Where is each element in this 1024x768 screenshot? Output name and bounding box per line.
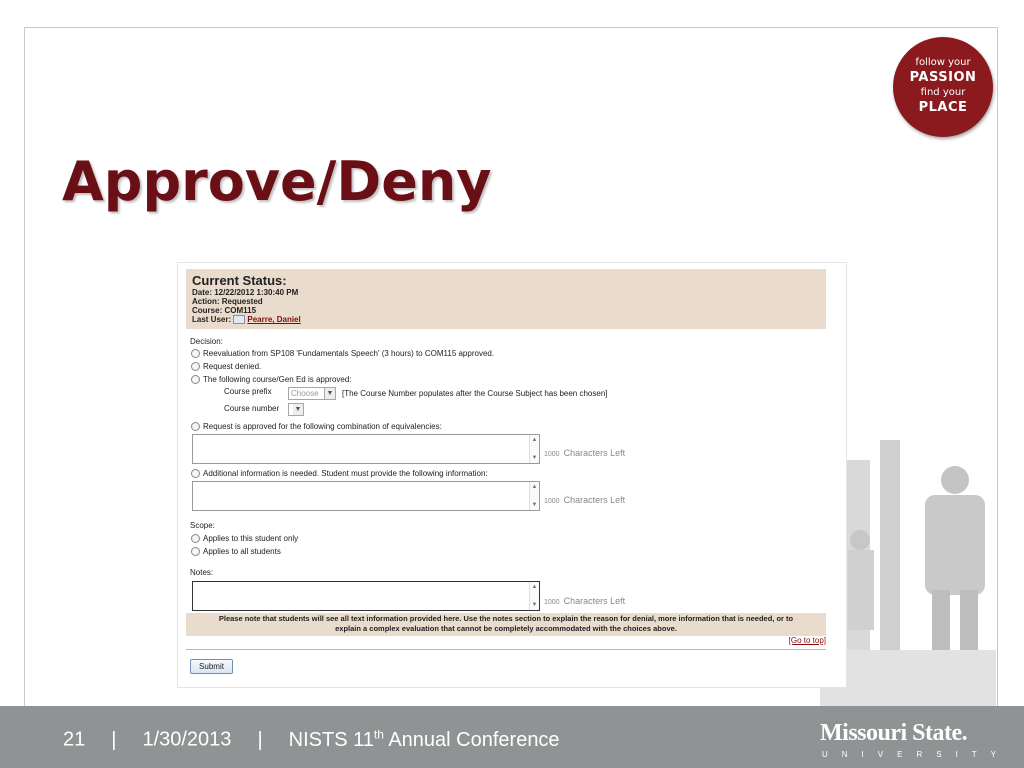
scroll-up-icon[interactable]: ▲ — [530, 484, 539, 490]
notes-chars-left: 1000 Characters Left — [544, 596, 626, 606]
additional-info-option-label: Additional information is needed. Studen… — [203, 469, 488, 478]
badge-line-3: find your — [920, 87, 966, 98]
slide-title: Approve/Deny — [62, 150, 492, 213]
additional-info-textarea[interactable]: ▲ ▼ — [192, 481, 540, 511]
course-gened-radio[interactable] — [191, 375, 200, 384]
additional-info-chars-left: 1000 Characters Left — [544, 495, 626, 505]
status-course: Course: COM115 — [192, 306, 257, 315]
last-user-label: Last User: — [192, 315, 232, 324]
scroll-up-icon[interactable]: ▲ — [530, 437, 539, 443]
course-number-hint: [The Course Number populates after the C… — [342, 389, 608, 398]
course-number-select[interactable]: ▼ — [288, 403, 304, 416]
combination-textarea[interactable]: ▲ ▼ — [192, 434, 540, 464]
notice-line-2: explain a complex evaluation that cannot… — [335, 624, 677, 633]
scope-all-students-radio[interactable] — [191, 547, 200, 556]
chevron-down-icon: ▼ — [324, 388, 335, 399]
slide-number: 21 — [63, 728, 86, 751]
status-heading: Current Status: — [192, 273, 287, 288]
scroll-down-icon[interactable]: ▼ — [530, 602, 539, 608]
university-wordmark: UNIVERSITY — [822, 750, 1011, 759]
reevaluation-radio[interactable] — [191, 349, 200, 358]
scope-label: Scope: — [190, 521, 215, 530]
textarea-scrollbar[interactable]: ▲ ▼ — [529, 435, 539, 463]
conference-name: NISTS 11th Annual Conference — [288, 727, 560, 751]
last-user-link[interactable]: Pearre, Daniel — [247, 315, 300, 324]
scroll-down-icon[interactable]: ▼ — [530, 502, 539, 508]
badge-line-1: follow your — [915, 57, 971, 68]
chevron-down-icon: ▼ — [293, 404, 303, 415]
notice-line-1: Please note that students will see all t… — [218, 614, 794, 623]
divider — [186, 649, 826, 650]
course-prefix-select[interactable]: Choose ▼ — [288, 387, 336, 400]
passion-place-badge: follow your PASSION find your PLACE — [893, 37, 993, 137]
scroll-down-icon[interactable]: ▼ — [530, 455, 539, 461]
go-to-top-link[interactable]: [Go to top] — [789, 636, 826, 645]
scope-all-students-label: Applies to all students — [203, 547, 281, 556]
combination-option-label: Request is approved for the following co… — [203, 422, 442, 431]
footer-bar: 21 | 1/30/2013 | NISTS 11th Annual Conferenc… — [0, 706, 1024, 768]
course-gened-option-label: The following course/Gen Ed is approved: — [203, 375, 352, 384]
course-prefix-value: Choose — [291, 389, 319, 398]
email-icon[interactable] — [233, 315, 246, 325]
missouri-state-logo: Missouri State. — [820, 720, 968, 746]
course-number-label: Course number — [224, 404, 280, 413]
course-prefix-label: Course prefix — [224, 387, 272, 396]
status-last-user: Last User: Pearre, Daniel — [192, 315, 301, 325]
status-date: Date: 12/22/2012 1:30:40 PM — [192, 288, 299, 297]
denied-radio[interactable] — [191, 362, 200, 371]
notes-textarea[interactable]: ▲ ▼ — [192, 581, 540, 611]
decision-label: Decision: — [190, 337, 223, 346]
textarea-scrollbar[interactable]: ▲ ▼ — [529, 582, 539, 610]
footer-info: 21 | 1/30/2013 | NISTS 11th Annual Conferenc… — [63, 727, 560, 751]
scope-this-student-radio[interactable] — [191, 534, 200, 543]
approve-deny-form: Current Status: Date: 12/22/2012 1:30:40… — [178, 263, 846, 687]
scope-this-student-label: Applies to this student only — [203, 534, 299, 543]
scroll-up-icon[interactable]: ▲ — [530, 584, 539, 590]
status-action: Action: Requested — [192, 297, 263, 306]
combination-radio[interactable] — [191, 422, 200, 431]
background-photo — [820, 420, 996, 710]
denied-option-label: Request denied. — [203, 362, 262, 371]
current-status-panel: Current Status: Date: 12/22/2012 1:30:40… — [186, 269, 826, 329]
submit-button[interactable]: Submit — [190, 659, 233, 674]
badge-line-4: PLACE — [918, 100, 968, 115]
additional-info-radio[interactable] — [191, 469, 200, 478]
badge-line-2: PASSION — [909, 70, 977, 85]
footer-date: 1/30/2013 — [142, 728, 232, 751]
students-notice: Please note that students will see all t… — [186, 613, 826, 636]
reevaluation-option-label: Reevaluation from SP108 'Fundamentals Sp… — [203, 349, 495, 358]
notes-label: Notes: — [190, 568, 214, 577]
combination-chars-left: 1000 Characters Left — [544, 448, 626, 458]
textarea-scrollbar[interactable]: ▲ ▼ — [529, 482, 539, 510]
